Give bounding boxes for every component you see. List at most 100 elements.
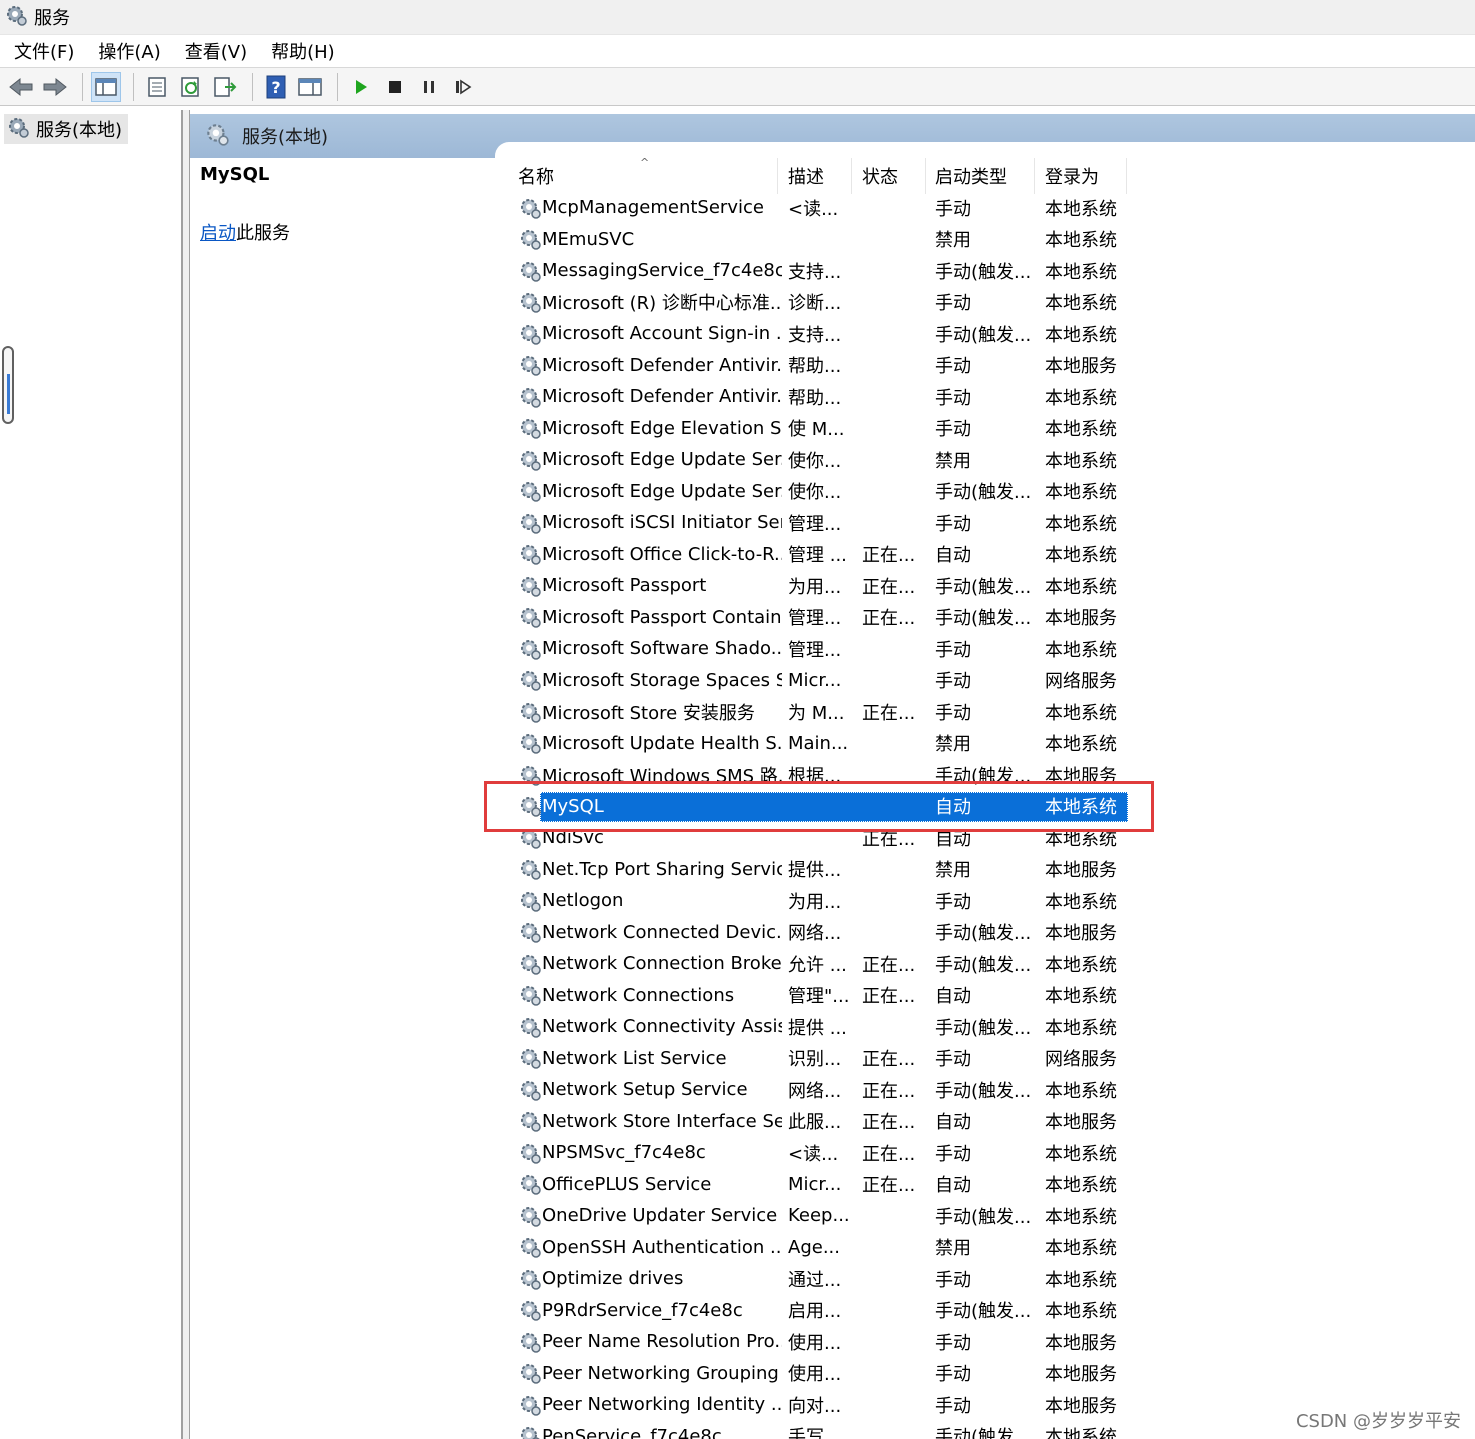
- table-row[interactable]: NPSMSvc_f7c4e8c <读... 正在... 手动 本地系统: [508, 1137, 1128, 1169]
- resume-service-icon[interactable]: [448, 72, 478, 102]
- table-row[interactable]: Microsoft iSCSI Initiator Ser... 管理... 手动 本…: [508, 507, 1128, 539]
- column-header-desc[interactable]: 描述: [780, 158, 852, 194]
- table-row[interactable]: PenService_f7c4e8c 手写... 手动(触发... 本地系统: [508, 1421, 1128, 1439]
- table-row[interactable]: Microsoft Office Click-to-R... 管理 ... 正在..…: [508, 539, 1128, 571]
- service-log-on-as: 本地系统: [1045, 576, 1117, 598]
- service-log-on-as: 本地系统: [1045, 419, 1117, 441]
- properties-icon[interactable]: [142, 72, 172, 102]
- table-row[interactable]: Peer Name Resolution Pro... 使用... 手动 本地服务: [508, 1326, 1128, 1358]
- service-log-on-as: 本地系统: [1045, 1427, 1117, 1439]
- show-hide-console-tree-icon[interactable]: [91, 71, 121, 102]
- service-name: Network Connectivity Assis...: [542, 1016, 782, 1038]
- column-header-status[interactable]: 状态: [854, 158, 926, 194]
- tree-item-services-local[interactable]: 服务(本地): [4, 114, 128, 144]
- back-arrow-icon[interactable]: [6, 72, 36, 102]
- table-row[interactable]: MessagingService_f7c4e8c 支持... 手动(触发... 本地系…: [508, 255, 1128, 287]
- service-name: Peer Networking Identity ...: [542, 1394, 782, 1416]
- service-startup-type: 手动(触发...: [935, 482, 1032, 504]
- table-row[interactable]: Microsoft Edge Elevation S... 使 M... 手动 本地系…: [508, 413, 1128, 445]
- menu-view[interactable]: 查看(V): [185, 38, 247, 64]
- service-status: [862, 633, 922, 665]
- service-startup-type: 禁用: [935, 230, 971, 252]
- column-header-startup[interactable]: 启动类型: [927, 158, 1035, 194]
- service-status: [862, 287, 922, 319]
- service-log-on-as: 本地系统: [1045, 639, 1117, 661]
- table-row[interactable]: McpManagementService <读... 手动 本地系统: [508, 192, 1128, 224]
- pause-service-icon[interactable]: [414, 72, 444, 102]
- table-row[interactable]: Microsoft Storage Spaces S... Micr... 手动 网络…: [508, 665, 1128, 697]
- table-row[interactable]: Microsoft Edge Update Ser... 使你... 禁用 本地系统: [508, 444, 1128, 476]
- table-row[interactable]: Microsoft Edge Update Ser... 使你... 手动(触发..…: [508, 476, 1128, 508]
- start-service-icon[interactable]: [346, 72, 376, 102]
- table-row[interactable]: OpenSSH Authentication ... Age... 禁用 本地系统: [508, 1232, 1128, 1264]
- service-status: 正在...: [862, 1049, 916, 1071]
- table-row[interactable]: Peer Networking Grouping 使用... 手动 本地服务: [508, 1358, 1128, 1390]
- service-name: PenService_f7c4e8c: [542, 1425, 722, 1439]
- table-row[interactable]: Microsoft Defender Antivir... 帮助... 手动 本地服务: [508, 350, 1128, 382]
- table-row[interactable]: Network Connected Devic... 网络... 手动(触发... 本…: [508, 917, 1128, 949]
- service-description: 使用...: [788, 1364, 842, 1386]
- table-row[interactable]: Microsoft Passport 为用... 正在... 手动(触发... 本地系统: [508, 570, 1128, 602]
- table-row[interactable]: Network Setup Service 网络... 正在... 手动(触发... 本…: [508, 1074, 1128, 1106]
- tree-scrollbar-thumb[interactable]: [2, 346, 14, 424]
- table-row[interactable]: Microsoft Store 安装服务 为 M... 正在... 手动 本地系统: [508, 696, 1128, 728]
- export-list-icon[interactable]: [210, 72, 240, 102]
- show-action-pane-icon[interactable]: [295, 72, 325, 102]
- service-name: Microsoft Office Click-to-R...: [542, 543, 782, 565]
- table-row[interactable]: Microsoft Passport Container 管理... 正在... 手动…: [508, 602, 1128, 634]
- table-row[interactable]: OfficePLUS Service Micr... 正在... 自动 本地系统: [508, 1169, 1128, 1201]
- column-header-logon[interactable]: 登录为: [1037, 158, 1127, 194]
- service-description: 提供 ...: [788, 1017, 847, 1039]
- service-startup-type: 手动: [935, 1049, 971, 1071]
- service-name: Network List Service: [542, 1047, 727, 1069]
- service-description: 为用...: [788, 576, 842, 598]
- service-startup-type: 手动: [935, 1332, 971, 1354]
- service-name: Microsoft Store 安装服务: [542, 702, 755, 724]
- service-name: Netlogon: [542, 890, 624, 912]
- service-log-on-as: 本地系统: [1045, 482, 1117, 504]
- stop-service-icon[interactable]: [380, 72, 410, 102]
- table-row[interactable]: Microsoft Software Shado... 管理... 手动 本地系统: [508, 633, 1128, 665]
- table-row[interactable]: Peer Networking Identity ... 向对... 手动 本地服务: [508, 1389, 1128, 1421]
- service-name: Network Connected Devic...: [542, 921, 782, 943]
- service-description: Keep...: [788, 1205, 850, 1227]
- table-row[interactable]: Network List Service 识别... 正在... 手动 网络服务: [508, 1043, 1128, 1075]
- service-startup-type: 手动(触发...: [935, 608, 1032, 630]
- service-startup-type: 手动: [935, 293, 971, 315]
- table-row[interactable]: Network Connectivity Assis... 提供 ... 手动(触发…: [508, 1011, 1128, 1043]
- service-description: 管理...: [788, 608, 842, 630]
- service-gear-icon: [516, 570, 544, 602]
- table-row[interactable]: Optimize drives 通过... 手动 本地系统: [508, 1263, 1128, 1295]
- service-startup-type: 手动: [935, 198, 971, 220]
- table-row[interactable]: Microsoft Defender Antivir... 帮助... 手动 本地系统: [508, 381, 1128, 413]
- table-row[interactable]: Network Store Interface Se... 此服... 正在... 自…: [508, 1106, 1128, 1138]
- table-row[interactable]: Network Connection Broker 允许 ... 正在... 手动(触…: [508, 948, 1128, 980]
- column-header-name[interactable]: 名称 ^: [510, 156, 778, 194]
- table-row[interactable]: Net.Tcp Port Sharing Service 提供... 禁用 本地服务: [508, 854, 1128, 886]
- service-gear-icon: [516, 1263, 544, 1295]
- table-row[interactable]: P9RdrService_f7c4e8c 启用... 手动(触发... 本地系统: [508, 1295, 1128, 1327]
- table-row[interactable]: Microsoft (R) 诊断中心标准... 诊断... 手动 本地系统: [508, 287, 1128, 319]
- table-row[interactable]: Microsoft Update Health S... Main... 禁用 本地系…: [508, 728, 1128, 760]
- start-service-link[interactable]: 启动: [200, 223, 236, 244]
- service-name: Microsoft Passport Container: [542, 606, 782, 628]
- menu-action[interactable]: 操作(A): [98, 38, 160, 64]
- service-log-on-as: 本地服务: [1045, 923, 1117, 945]
- help-icon[interactable]: ?: [261, 72, 291, 102]
- menu-help[interactable]: 帮助(H): [271, 38, 335, 64]
- table-row[interactable]: Network Connections 管理"... 正在... 自动 本地系统: [508, 980, 1128, 1012]
- menu-file[interactable]: 文件(F): [14, 38, 74, 64]
- refresh-icon[interactable]: [176, 72, 206, 102]
- table-row[interactable]: OneDrive Updater Service Keep... 手动(触发... 本…: [508, 1200, 1128, 1232]
- service-status: [862, 665, 922, 697]
- forward-arrow-icon[interactable]: [40, 72, 70, 102]
- table-row[interactable]: Microsoft Account Sign-in ... 支持... 手动(触发.…: [508, 318, 1128, 350]
- service-startup-type: 自动: [935, 986, 971, 1008]
- service-log-on-as: 本地系统: [1045, 324, 1117, 346]
- table-row[interactable]: MEmuSVC 禁用 本地系统: [508, 224, 1128, 256]
- service-log-on-as: 本地系统: [1045, 545, 1117, 567]
- start-service-suffix: 此服务: [236, 223, 290, 244]
- service-gear-icon: [516, 1011, 544, 1043]
- table-row[interactable]: Netlogon 为用... 手动 本地系统: [508, 885, 1128, 917]
- toolbar-separator: [252, 72, 253, 101]
